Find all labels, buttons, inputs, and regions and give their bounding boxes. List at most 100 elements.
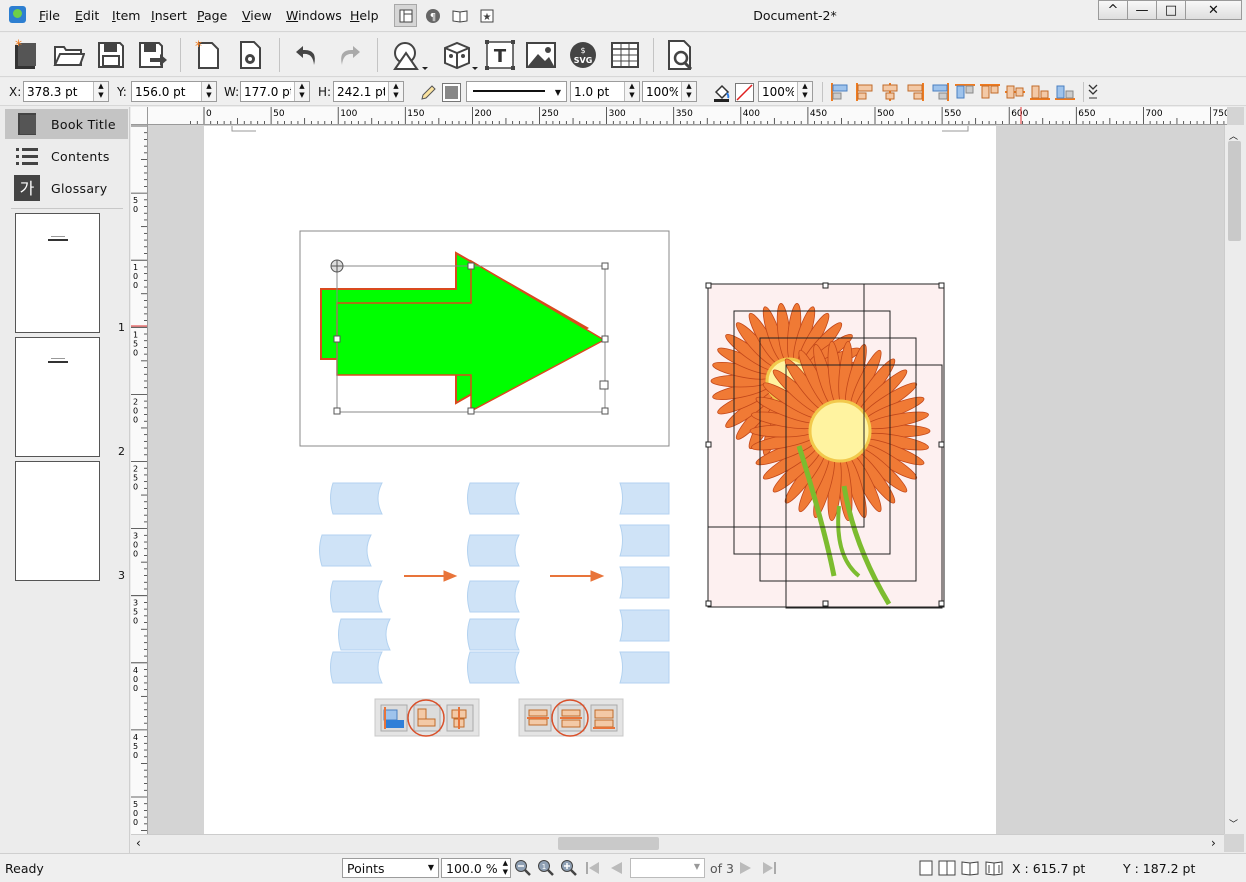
nav-contents[interactable]: Contents bbox=[5, 141, 128, 171]
flower-image[interactable] bbox=[705, 282, 945, 609]
align-right-edge-icon[interactable] bbox=[929, 82, 951, 102]
maximize-button[interactable]: □ bbox=[1156, 0, 1186, 20]
shade-button[interactable]: ^ bbox=[1098, 0, 1128, 20]
units-dropdown[interactable]: Points ▼ bbox=[342, 858, 439, 878]
nav-book-title[interactable]: Book Title bbox=[5, 109, 128, 139]
toolbar-overflow-icon[interactable] bbox=[1087, 82, 1099, 102]
new-document-icon[interactable]: * bbox=[8, 37, 44, 73]
image-frame-icon[interactable] bbox=[523, 37, 559, 73]
zoom-out-icon[interactable] bbox=[514, 859, 532, 877]
align-center-v-icon[interactable] bbox=[1004, 82, 1026, 102]
double-page-view-icon[interactable] bbox=[938, 859, 956, 877]
vertical-scrollbar[interactable]: ︿ ﹀ bbox=[1224, 125, 1244, 834]
scroll-up-icon[interactable]: ︿ bbox=[1229, 129, 1240, 142]
fill-bucket-icon[interactable] bbox=[712, 83, 731, 102]
minimize-button[interactable]: — bbox=[1127, 0, 1157, 20]
ruler-label: 300 bbox=[609, 109, 626, 119]
align-right-icon[interactable] bbox=[904, 82, 926, 102]
fill-opacity-field[interactable]: ▲▼ bbox=[758, 81, 813, 102]
pencil-icon[interactable] bbox=[419, 83, 438, 102]
x-position-field[interactable]: ▲▼ bbox=[23, 81, 109, 102]
page-thumbnail-2[interactable] bbox=[15, 337, 100, 457]
horizontal-ruler[interactable]: 0 50 100 150 200 250 300 350 400 450 500 550 600 650 7… bbox=[148, 107, 1227, 125]
cursor-x-readout: X : 615.7 pt bbox=[1012, 861, 1086, 876]
next-page-icon[interactable] bbox=[737, 859, 755, 877]
menu-edit[interactable]: Edit bbox=[75, 8, 99, 23]
ruler-corner[interactable] bbox=[131, 107, 148, 125]
align-left-edge-icon[interactable] bbox=[829, 82, 851, 102]
first-page-icon[interactable] bbox=[584, 859, 602, 877]
page-selector[interactable]: ▼ bbox=[630, 858, 705, 878]
nav-glossary[interactable]: 가 Glossary bbox=[5, 173, 128, 203]
save-as-icon[interactable] bbox=[135, 37, 171, 73]
menu-item[interactable]: Item bbox=[112, 8, 140, 23]
menu-windows[interactable]: Windows bbox=[286, 8, 342, 23]
vertical-ruler[interactable]: 50100150200250300350400450500550 bbox=[131, 125, 148, 834]
line-style-dropdown[interactable]: ▼ bbox=[466, 81, 567, 102]
new-page-icon[interactable]: * bbox=[190, 37, 226, 73]
book-mode-icon[interactable] bbox=[448, 4, 471, 27]
undo-icon[interactable] bbox=[289, 37, 325, 73]
menu-page[interactable]: Page bbox=[197, 8, 227, 23]
text-mode-icon[interactable]: ¶ bbox=[421, 4, 444, 27]
text-frame-icon[interactable]: T bbox=[482, 37, 518, 73]
y-spin-arrows[interactable]: ▲ ▼ bbox=[201, 82, 216, 101]
book-view-icon[interactable] bbox=[961, 859, 979, 877]
spread-view-icon[interactable] bbox=[985, 859, 1003, 877]
page[interactable] bbox=[204, 126, 996, 852]
line-opacity-field[interactable]: ▲▼ bbox=[642, 81, 697, 102]
align-top-icon[interactable] bbox=[979, 82, 1001, 102]
scroll-left-icon[interactable]: ‹ bbox=[136, 836, 141, 850]
zoom-field[interactable]: 100.0 % ▲ ▼ bbox=[441, 858, 511, 878]
height-field[interactable]: ▲▼ bbox=[333, 81, 404, 102]
close-button[interactable]: ✕ bbox=[1185, 0, 1242, 20]
align-top-edge-icon[interactable] bbox=[954, 82, 976, 102]
master-mode-icon[interactable]: ★ bbox=[475, 4, 498, 27]
fill-opacity-spin-arrows[interactable]: ▲ ▼ bbox=[797, 82, 812, 101]
table-icon[interactable] bbox=[607, 37, 643, 73]
scroll-right-icon[interactable]: › bbox=[1211, 836, 1216, 850]
menu-view[interactable]: View bbox=[242, 8, 272, 23]
single-page-view-icon[interactable] bbox=[917, 859, 935, 877]
scroll-down-icon[interactable]: ﹀ bbox=[1229, 817, 1240, 830]
width-spin-arrows[interactable]: ▲ ▼ bbox=[294, 82, 309, 101]
previous-page-icon[interactable] bbox=[607, 859, 625, 877]
line-color-swatch[interactable] bbox=[442, 83, 461, 102]
page-settings-icon[interactable] bbox=[233, 37, 269, 73]
zoom-actual-icon[interactable]: 1 bbox=[537, 859, 555, 877]
horizontal-scroll-thumb[interactable] bbox=[558, 837, 659, 850]
open-icon[interactable] bbox=[51, 37, 87, 73]
menu-insert[interactable]: Insert bbox=[151, 8, 187, 23]
ruler-label: 200 bbox=[133, 397, 138, 424]
svg-frame-icon[interactable]: $ SVG bbox=[565, 37, 601, 73]
vertical-scroll-thumb[interactable] bbox=[1228, 141, 1241, 241]
line-opacity-spin-arrows[interactable]: ▲ ▼ bbox=[681, 82, 696, 101]
line-width-spin-arrows[interactable]: ▲ ▼ bbox=[624, 82, 639, 101]
menu-help[interactable]: Help bbox=[350, 8, 379, 23]
height-spin-arrows[interactable]: ▲ ▼ bbox=[388, 82, 403, 101]
align-center-h-icon[interactable] bbox=[879, 82, 901, 102]
document-canvas[interactable]: 0 50 100 150 200 250 300 350 400 450 500 550 600 650 7… bbox=[131, 107, 1244, 852]
line-width-field[interactable]: ▲▼ bbox=[570, 81, 640, 102]
preview-icon[interactable] bbox=[663, 37, 699, 73]
page-thumbnail-1[interactable] bbox=[15, 213, 100, 333]
fill-none-swatch[interactable] bbox=[735, 83, 754, 102]
save-icon[interactable] bbox=[93, 37, 129, 73]
nav-label: Contents bbox=[51, 148, 110, 164]
align-bottom-icon[interactable] bbox=[1029, 82, 1051, 102]
ruler-label: 150 bbox=[133, 330, 138, 357]
menu-file[interactable]: File bbox=[39, 8, 60, 23]
3d-shape-tool-icon[interactable] bbox=[438, 37, 480, 73]
last-page-icon[interactable] bbox=[760, 859, 778, 877]
layout-mode-icon[interactable] bbox=[394, 4, 417, 27]
width-field[interactable]: ▲▼ bbox=[240, 81, 310, 102]
align-left-icon[interactable] bbox=[854, 82, 876, 102]
y-position-field[interactable]: ▲▼ bbox=[131, 81, 217, 102]
shape-tool-icon[interactable] bbox=[388, 37, 430, 73]
zoom-in-icon[interactable] bbox=[560, 859, 578, 877]
align-bottom-edge-icon[interactable] bbox=[1054, 82, 1076, 102]
page-thumbnail-3[interactable] bbox=[15, 461, 100, 581]
horizontal-scrollbar[interactable]: ‹ › bbox=[131, 834, 1224, 852]
redo-icon[interactable] bbox=[331, 37, 367, 73]
x-spin-arrows[interactable]: ▲ ▼ bbox=[93, 82, 108, 101]
